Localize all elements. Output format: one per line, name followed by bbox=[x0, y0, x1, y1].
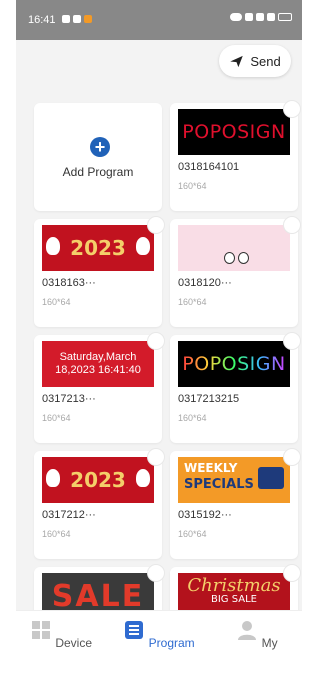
program-thumbnail: WEEKLY SPECIALS bbox=[178, 457, 290, 503]
nfc-icon bbox=[245, 13, 253, 21]
select-checkbox[interactable] bbox=[283, 100, 301, 118]
program-title: 0318163··· bbox=[42, 277, 96, 289]
nav-program[interactable]: Program bbox=[114, 619, 204, 650]
program-title: 0317213··· bbox=[42, 393, 96, 405]
send-label: Send bbox=[250, 53, 281, 69]
program-thumbnail: Saturday,March 18,2023 16:41:40 bbox=[42, 341, 154, 387]
program-card[interactable]: POPOSIGN 0318164101 160*64 bbox=[170, 100, 301, 211]
person-icon bbox=[238, 621, 257, 640]
program-card[interactable]: 2023 0317212··· 160*64 bbox=[34, 448, 165, 559]
wifi-icon bbox=[267, 13, 275, 21]
mascot-image bbox=[46, 469, 60, 487]
program-resolution: 160*64 bbox=[42, 297, 71, 307]
gallery-icon bbox=[73, 15, 81, 23]
grid-icon bbox=[31, 621, 50, 639]
thumbnail-text: Saturday,March 18,2023 16:41:40 bbox=[55, 351, 141, 376]
bottom-navigation: Device Program My bbox=[16, 610, 302, 675]
program-resolution: 160*64 bbox=[178, 529, 207, 539]
program-resolution: 160*64 bbox=[178, 181, 207, 191]
program-card[interactable]: 2023 0318163··· 160*64 bbox=[34, 216, 165, 327]
notification-icons bbox=[62, 15, 92, 23]
app-notification-icon bbox=[84, 15, 92, 23]
status-time: 16:41 bbox=[28, 14, 56, 26]
thumbnail-text: Christmas bbox=[187, 575, 281, 596]
nav-device-label: Device bbox=[55, 636, 93, 650]
list-icon bbox=[125, 621, 144, 639]
mascot-image bbox=[46, 237, 60, 255]
nav-device[interactable]: Device bbox=[16, 619, 106, 650]
select-checkbox[interactable] bbox=[147, 332, 165, 350]
status-right-icons bbox=[230, 13, 292, 21]
thumbnail-text: POPOSIGN bbox=[182, 353, 286, 375]
nav-my[interactable]: My bbox=[212, 619, 302, 650]
program-resolution: 160*64 bbox=[42, 529, 71, 539]
thumbnail-text: 2023 bbox=[70, 236, 126, 260]
select-checkbox[interactable] bbox=[283, 332, 301, 350]
program-resolution: 160*64 bbox=[178, 413, 207, 423]
select-checkbox[interactable] bbox=[147, 448, 165, 466]
mascot-image bbox=[136, 237, 150, 255]
battery-icon bbox=[278, 13, 292, 21]
send-icon bbox=[230, 55, 244, 67]
select-checkbox[interactable] bbox=[283, 448, 301, 466]
program-thumbnail: POPOSIGN bbox=[178, 341, 290, 387]
program-card[interactable]: 0318120··· 160*64 bbox=[170, 216, 301, 327]
thumbnail-text: SPECIALS bbox=[184, 477, 254, 492]
program-resolution: 160*64 bbox=[178, 297, 207, 307]
program-title: 0317212··· bbox=[42, 509, 96, 521]
nav-my-label: My bbox=[261, 636, 278, 650]
program-resolution: 160*64 bbox=[42, 413, 71, 423]
thumbnail-text: 2023 bbox=[70, 468, 126, 492]
program-card[interactable]: POPOSIGN 0317213215 160*64 bbox=[170, 332, 301, 443]
panda-image bbox=[224, 252, 235, 264]
plus-icon: + bbox=[90, 137, 110, 157]
program-title: 0317213215 bbox=[178, 393, 240, 405]
thumbnail-text: SALE bbox=[51, 578, 145, 614]
cellular-signal-icon bbox=[256, 13, 264, 21]
program-thumbnail: 2023 bbox=[42, 225, 154, 271]
mascot-image bbox=[136, 469, 150, 487]
thumbnail-text: WEEKLY bbox=[184, 461, 238, 475]
shopping-cart-icon bbox=[258, 467, 284, 489]
panda-image bbox=[238, 252, 249, 264]
status-bar: 16:41 bbox=[16, 0, 302, 40]
add-program-card[interactable]: + Add Program bbox=[34, 103, 162, 211]
program-title: 0315192··· bbox=[178, 509, 232, 521]
program-thumbnail: 2023 bbox=[42, 457, 154, 503]
select-checkbox[interactable] bbox=[283, 216, 301, 234]
send-button[interactable]: Send bbox=[219, 45, 291, 77]
program-thumbnail bbox=[178, 225, 290, 271]
program-title: 0318164101 bbox=[178, 161, 240, 173]
thumbnail-text: POPOSIGN bbox=[182, 121, 286, 143]
add-program-label: Add Program bbox=[62, 165, 134, 179]
select-checkbox[interactable] bbox=[283, 564, 301, 582]
nav-program-label: Program bbox=[148, 636, 195, 650]
program-card[interactable]: WEEKLY SPECIALS 0315192··· 160*64 bbox=[170, 448, 301, 559]
app-frame: 16:41 Send + Add Program POPOSIGN 031816… bbox=[16, 0, 302, 675]
program-card[interactable]: Saturday,March 18,2023 16:41:40 0317213·… bbox=[34, 332, 165, 443]
vibrate-icon bbox=[230, 13, 242, 21]
message-icon bbox=[62, 15, 70, 23]
select-checkbox[interactable] bbox=[147, 564, 165, 582]
program-thumbnail: POPOSIGN bbox=[178, 109, 290, 155]
select-checkbox[interactable] bbox=[147, 216, 165, 234]
program-title: 0318120··· bbox=[178, 277, 232, 289]
